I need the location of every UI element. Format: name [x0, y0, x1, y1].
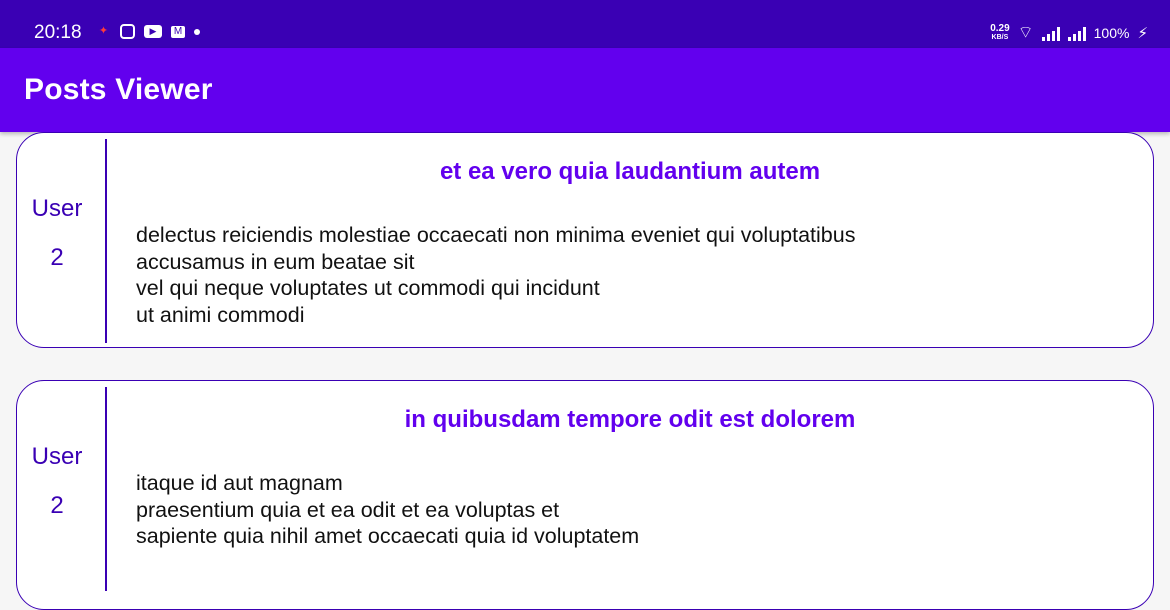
user-id: 2 [50, 244, 64, 271]
post-card[interactable]: User 2 in quibusdam tempore odit est dol… [16, 380, 1154, 610]
app-title: Posts Viewer [24, 73, 213, 106]
user-column: User 2 [17, 381, 105, 609]
network-speed-unit: KB/S [991, 33, 1009, 41]
signal-icon [1067, 25, 1086, 41]
charging-icon: ⚡ [1137, 24, 1148, 42]
post-title: in quibusdam tempore odit est dolorem [404, 406, 856, 433]
user-label: User [31, 195, 83, 222]
post-title: et ea vero quia laudantium autem [439, 158, 821, 185]
user-id: 2 [50, 492, 64, 519]
post-body-line: accusamus in eum beatae sit [136, 249, 415, 274]
gmail-icon: M [171, 25, 185, 38]
post-body-line: praesentium quia et ea odit et ea volupt… [136, 497, 560, 522]
status-bar: 20:18 ✦ ▶ M 0.29 KB/S ⌔ 100% ⚡ [0, 0, 1170, 48]
system-icons: 0.29 KB/S ⌔ 100% ⚡ [990, 22, 1148, 43]
user-column: User 2 [17, 133, 105, 347]
signal-icon [1041, 25, 1060, 41]
notification-icons: ✦ ▶ M [96, 24, 200, 39]
more-dot-icon [194, 28, 200, 35]
status-time: 20:18 [34, 22, 82, 43]
post-body-line: ut animi commodi [136, 302, 305, 327]
network-speed-value: 0.29 [990, 22, 1010, 34]
youtube-icon: ▶ [144, 25, 162, 38]
instagram-icon [120, 24, 135, 39]
wifi-icon: ⌔ [1017, 23, 1034, 42]
post-body-line: delectus reiciendis molestiae occaecati … [136, 223, 856, 247]
post-body-line: sapiente quia nihil amet occaecati quia … [136, 524, 640, 548]
network-speed: 0.29 KB/S [990, 22, 1010, 42]
app-notification-icon: ✦ [98, 25, 109, 37]
post-body-line: vel qui neque voluptates ut commodi qui … [136, 276, 600, 300]
app-bar: Posts Viewer [0, 48, 1170, 132]
user-label: User [31, 443, 83, 470]
battery-level: 100% [1093, 24, 1130, 41]
post-card[interactable]: User 2 et ea vero quia laudantium autem … [16, 132, 1154, 348]
post-body: itaque id aut magnam praesentium quia et… [136, 470, 1133, 550]
post-body: delectus reiciendis molestiae occaecati … [136, 222, 1133, 328]
post-body-line: itaque id aut magnam [136, 471, 343, 495]
